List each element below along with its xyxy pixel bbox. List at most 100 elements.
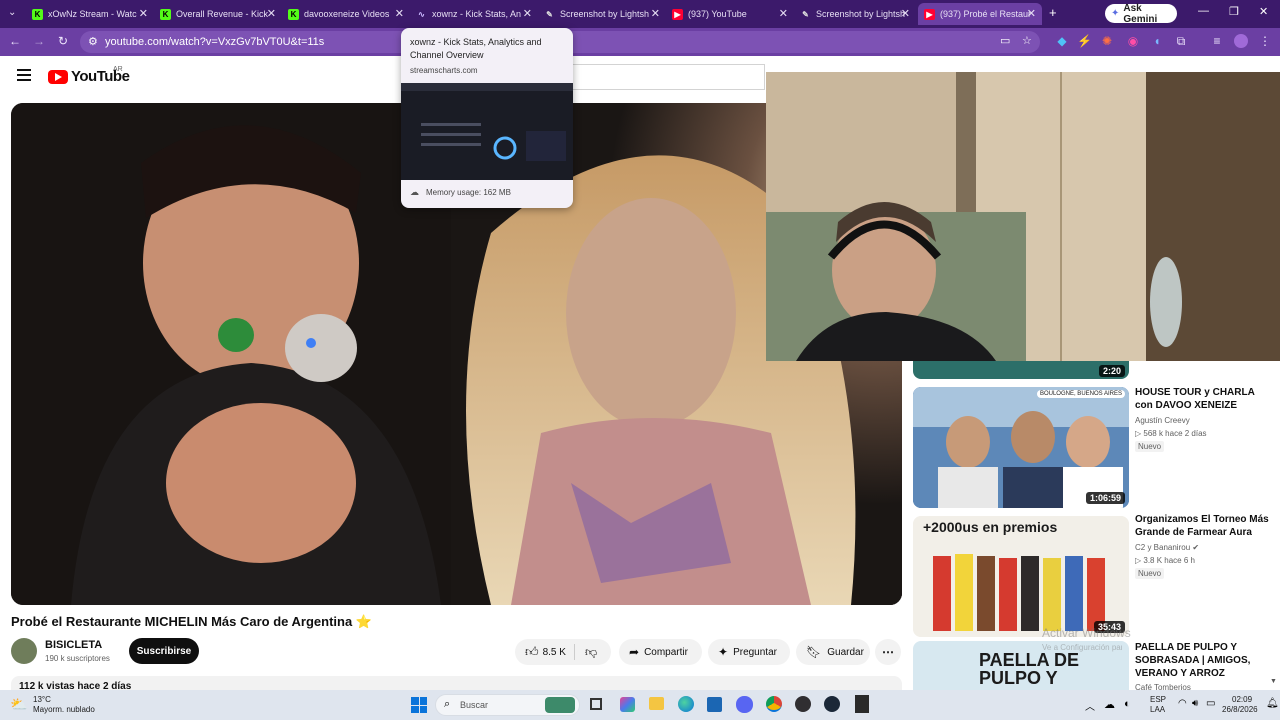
clock-time[interactable]: 02:09 — [1232, 695, 1252, 704]
more-actions-button[interactable]: ⋯ — [875, 639, 901, 665]
save-button[interactable]: 🔖︎ Guardar — [796, 639, 870, 665]
obs-icon[interactable] — [795, 696, 811, 712]
clock-date[interactable]: 26/8/2026 — [1222, 705, 1258, 714]
new-tab-button[interactable]: + — [1049, 5, 1057, 20]
wifi-icon[interactable]: ◠ — [1178, 698, 1187, 709]
volume-icon[interactable]: 🔊︎ — [1192, 698, 1198, 709]
close-window-icon[interactable]: ✕ — [1259, 5, 1268, 18]
description-box[interactable]: 112 k vistas hace 2 días — [11, 676, 902, 690]
site-info-icon[interactable]: ⚙ — [88, 35, 98, 48]
browser-tab[interactable]: K xOwNz Stream - Watc ✕ — [26, 3, 154, 25]
input-layout[interactable]: LAA — [1150, 705, 1165, 714]
sidebar-video-title[interactable]: HOUSE TOUR y CHARLA con DAVOO XENEIZE — [1135, 386, 1267, 412]
more-icon: ⋯ — [882, 645, 894, 659]
subscriber-count: 190 k suscriptores — [45, 654, 110, 663]
steam-icon[interactable] — [824, 696, 840, 712]
microsoft-store-icon[interactable] — [707, 697, 722, 712]
app-icon[interactable] — [620, 697, 635, 712]
extension-icon[interactable]: ⚡ — [1077, 34, 1092, 48]
input-language[interactable]: ESP — [1150, 695, 1166, 704]
extension-icon[interactable]: ◉ — [1126, 34, 1140, 48]
tab-title: Screenshot by Lightsh — [560, 9, 650, 19]
task-view-icon[interactable] — [590, 698, 602, 710]
forward-icon[interactable]: → — [32, 34, 46, 48]
pen-icon: ✎ — [546, 9, 553, 19]
browser-menu-icon[interactable]: ⋮ — [1258, 34, 1272, 48]
browser-tab[interactable]: ∿ xownz - Kick Stats, An ✕ — [410, 3, 538, 25]
close-tab-icon[interactable]: ✕ — [139, 7, 148, 20]
hover-card-title: xownz - Kick Stats, Analytics and Channe… — [410, 37, 542, 60]
extension-icon[interactable]: ✺ — [1100, 34, 1114, 48]
streamscharts-icon: ∿ — [418, 9, 425, 19]
channel-avatar[interactable] — [11, 638, 37, 664]
back-icon[interactable]: ← — [8, 34, 22, 48]
profile-avatar-icon[interactable] — [1234, 34, 1248, 48]
subscribe-button[interactable]: Suscribirse — [129, 638, 199, 664]
edge-icon[interactable] — [678, 696, 694, 712]
close-tab-icon[interactable]: ✕ — [523, 7, 532, 20]
browser-tab-active[interactable]: ▶ (937) Probé el Restaur ✕ — [918, 3, 1042, 25]
close-tab-icon[interactable]: ✕ — [1027, 7, 1036, 20]
url-text: youtube.com/watch?v=VxzGv7bVT0U&t=11s — [105, 36, 325, 48]
tab-list-chevron-icon[interactable]: ⌄ — [8, 7, 16, 18]
sidebar-video-channel[interactable]: C2 y Bananirou ✔ — [1135, 543, 1199, 552]
thumbnail-headline: PAELLA DE PULPO Y — [979, 650, 1080, 688]
close-tab-icon[interactable]: ✕ — [901, 7, 910, 20]
share-label: Compartir — [644, 646, 688, 658]
hamburger-menu-icon[interactable] — [17, 69, 31, 81]
dislike-button[interactable]: 👎︎ — [575, 645, 597, 660]
close-tab-icon[interactable]: ✕ — [779, 7, 788, 20]
browser-tab[interactable]: ▶ (937) YouTube ✕ — [666, 3, 794, 25]
browser-tab[interactable]: K davooxeneize Videos ✕ — [282, 3, 410, 25]
ask-label: Preguntar — [733, 646, 777, 658]
extension-icon[interactable]: ◖ — [1150, 34, 1164, 48]
minimize-icon[interactable]: — — [1198, 5, 1209, 17]
subscribe-label: Suscribirse — [136, 645, 192, 657]
scroll-down-arrow-icon[interactable]: ▼ — [1270, 678, 1277, 685]
thumbnail-headline: +2000us en premios — [923, 519, 1058, 535]
like-dislike-group: 👍︎ 8.5 K 👎︎ — [515, 639, 611, 665]
reload-icon[interactable]: ↻ — [56, 34, 70, 48]
extension-icon[interactable]: ◆ — [1055, 34, 1069, 48]
windows-start-icon[interactable] — [411, 697, 427, 713]
sidebar-video-thumbnail[interactable]: BOULOGNE, BUENOS AIRES 1:06:59 — [913, 387, 1129, 508]
sidebar-video-thumbnail[interactable]: 2:20 — [913, 361, 1129, 379]
tray-app-icon[interactable]: ☁ — [1104, 698, 1115, 711]
sidebar-video-title[interactable]: PAELLA DE PULPO Y SOBRASADA | AMIGOS, VE… — [1135, 641, 1265, 680]
search-input[interactable] — [573, 64, 765, 90]
battery-icon[interactable]: ▭ — [1206, 698, 1215, 709]
share-icon: ➦ — [629, 645, 640, 659]
media-controls-icon[interactable]: ≡ — [1210, 34, 1224, 48]
extensions-puzzle-icon[interactable]: ⧉ — [1174, 34, 1188, 49]
tray-overflow-icon[interactable]: ︿ — [1085, 698, 1095, 713]
search-placeholder: Buscar — [460, 700, 489, 710]
close-tab-icon[interactable]: ✕ — [267, 7, 276, 20]
epic-games-icon[interactable] — [855, 695, 869, 713]
file-explorer-icon[interactable] — [649, 697, 664, 710]
weather-icon[interactable]: ⛅ — [10, 696, 27, 713]
browser-tab[interactable]: ✎ Screenshot by Lightsh ✕ — [538, 3, 666, 25]
taskbar-search-input[interactable]: ⌕ Buscar — [435, 694, 580, 716]
browser-tab[interactable]: K Overall Revenue - Kick ✕ — [154, 3, 282, 25]
discord-icon[interactable] — [736, 696, 753, 713]
channel-name[interactable]: BISICLETA — [45, 639, 102, 651]
views-and-date: 568 k hace 2 días — [1143, 429, 1207, 438]
ask-button[interactable]: ✦ Preguntar — [708, 639, 790, 665]
browser-tab[interactable]: ✎ Screenshot by Lightsh ✕ — [794, 3, 916, 25]
notification-bell-icon[interactable]: 🔔︎ — [1266, 698, 1279, 709]
sidebar-video-title[interactable]: Organizamos El Torneo Más Grande de Farm… — [1135, 513, 1275, 539]
close-tab-icon[interactable]: ✕ — [651, 7, 660, 20]
chrome-icon[interactable] — [766, 696, 782, 712]
tab-hover-card: xownz - Kick Stats, Analytics and Channe… — [401, 28, 573, 208]
close-tab-icon[interactable]: ✕ — [395, 7, 404, 20]
channel-names: C2 y Bananirou — [1135, 543, 1191, 552]
sidebar-video-thumbnail[interactable]: +2000us en premios 35:43 — [913, 516, 1129, 637]
ask-gemini-button[interactable]: ✦ Ask Gemini — [1105, 3, 1177, 25]
like-button[interactable]: 👍︎ 8.5 K — [515, 644, 566, 660]
restore-icon[interactable]: ❐ — [1229, 5, 1239, 18]
sidebar-video-channel[interactable]: Agustín Creevy — [1135, 416, 1190, 425]
share-button[interactable]: ➦ Compartir — [619, 639, 702, 665]
cast-icon[interactable]: ▭ — [1000, 34, 1010, 47]
bookmark-star-icon[interactable]: ☆ — [1022, 34, 1032, 47]
youtube-logo-icon[interactable] — [48, 70, 68, 84]
